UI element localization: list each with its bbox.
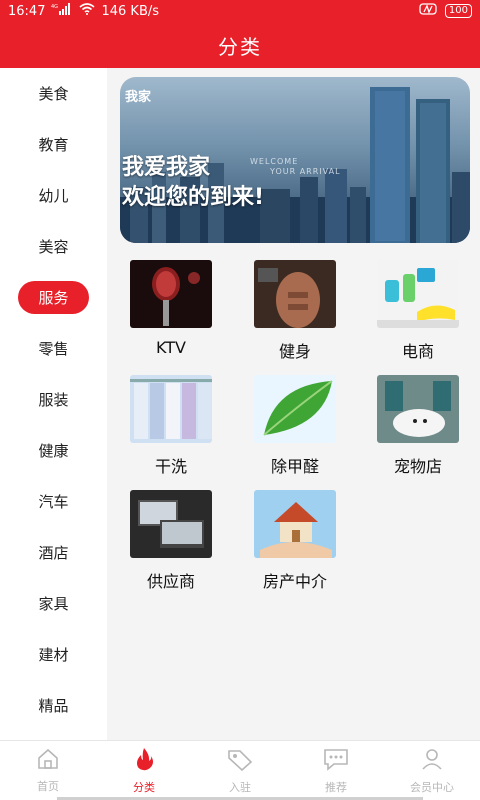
category-label: 电商	[401, 342, 434, 361]
sidebar-item-label: 美容	[38, 238, 69, 256]
sidebar-item-kids[interactable]: 幼儿	[0, 170, 107, 221]
wifi-icon	[79, 3, 95, 19]
nfc-icon	[419, 3, 437, 19]
battery-indicator: 100	[444, 4, 472, 18]
category-item-fitness[interactable]: 健身	[233, 260, 357, 370]
sidebar-item-label: 服务	[18, 281, 89, 314]
category-item-formaldehyde-removal[interactable]: 除甲醛	[233, 375, 357, 485]
microphone-image	[130, 260, 212, 328]
status-bar: 16:47 4G 146 KB/s 100	[0, 0, 480, 22]
sidebar-item-beauty[interactable]: 美容	[0, 221, 107, 272]
banner-subheadline: 欢迎您的到来!	[122, 185, 265, 210]
category-item-pet-shop[interactable]: 宠物店	[356, 375, 480, 485]
category-label: KTV	[156, 338, 186, 357]
banner-arrival-text: YOUR ARRIVAL	[270, 167, 341, 176]
fitness-image	[254, 260, 336, 328]
house-in-hands-image	[254, 490, 336, 558]
sidebar-item-label: 教育	[38, 136, 69, 154]
status-time: 16:47	[8, 3, 46, 19]
category-label: 健身	[278, 342, 311, 361]
pet-grooming-image	[377, 375, 459, 443]
tab-member-center[interactable]: 会员中心	[384, 741, 480, 800]
category-label: 干洗	[154, 457, 187, 476]
sidebar-item-retail[interactable]: 零售	[0, 323, 107, 374]
svg-text:4G: 4G	[51, 4, 58, 10]
sidebar-item-label: 建材	[38, 646, 69, 664]
category-label: 供应商	[146, 572, 195, 591]
tab-label: 推荐	[325, 780, 347, 794]
category-item-ktv[interactable]: KTV	[109, 260, 233, 370]
shirts-image	[130, 375, 212, 443]
category-content: 我家 WELCOME YOUR ARRIVAL 我爱我家 欢迎您的到来! KTV	[107, 68, 480, 740]
sidebar-item-label: 健康	[38, 442, 69, 460]
sidebar-item-health[interactable]: 健康	[0, 425, 107, 476]
banner-headline: 我爱我家	[122, 155, 211, 180]
category-label: 除甲醛	[270, 457, 319, 476]
chat-icon	[322, 747, 350, 775]
cleaning-image	[377, 260, 459, 328]
sidebar-item-auto[interactable]: 汽车	[0, 476, 107, 527]
sidebar-item-label: 美食	[38, 85, 69, 103]
flame-icon	[132, 747, 156, 775]
page-title: 分类	[218, 34, 262, 59]
sidebar-item-label: 酒店	[38, 544, 69, 562]
tab-category[interactable]: 分类	[96, 741, 192, 800]
category-label: 宠物店	[393, 457, 442, 476]
sidebar-item-clothing[interactable]: 服装	[0, 374, 107, 425]
laptops-image	[130, 490, 212, 558]
sidebar-item-label: 精品	[38, 697, 69, 715]
category-item-real-estate-agency[interactable]: 房产中介	[233, 490, 357, 600]
user-icon	[420, 747, 444, 775]
banner-brand: 我家	[125, 90, 152, 105]
category-item-ecommerce[interactable]: 电商	[356, 260, 480, 370]
tab-label: 分类	[133, 780, 155, 794]
sidebar-item-building-materials[interactable]: 建材	[0, 629, 107, 680]
page-header: 分类	[0, 22, 480, 68]
tag-icon	[226, 747, 254, 775]
promo-banner[interactable]: 我家 WELCOME YOUR ARRIVAL 我爱我家 欢迎您的到来!	[120, 77, 470, 243]
tab-recommend[interactable]: 推荐	[288, 741, 384, 800]
sidebar-item-education[interactable]: 教育	[0, 119, 107, 170]
home-icon	[36, 748, 60, 774]
category-sidebar: 美食 教育 幼儿 美容 服务 零售 服装 健康 汽车 酒店 家具 建材 精品	[0, 68, 107, 740]
sidebar-item-label: 汽车	[38, 493, 69, 511]
sidebar-item-services[interactable]: 服务	[0, 272, 107, 323]
tab-label: 会员中心	[410, 780, 454, 794]
bottom-tab-bar: 首页 分类 入驻 推荐 会员中心	[0, 740, 480, 800]
signal-icon: 4G	[51, 3, 73, 19]
sidebar-item-food[interactable]: 美食	[0, 68, 107, 119]
sidebar-item-label: 零售	[38, 340, 69, 358]
category-item-supplier[interactable]: 供应商	[109, 490, 233, 600]
tab-join[interactable]: 入驻	[192, 741, 288, 800]
sidebar-item-label: 幼儿	[38, 187, 69, 205]
network-speed: 146 KB/s	[101, 3, 160, 19]
tab-label: 首页	[37, 779, 59, 793]
category-label: 房产中介	[262, 572, 327, 591]
leaf-image	[254, 375, 336, 443]
sidebar-item-furniture[interactable]: 家具	[0, 578, 107, 629]
sidebar-item-label: 服装	[38, 391, 69, 409]
sidebar-item-label: 家具	[38, 595, 69, 613]
tab-home[interactable]: 首页	[0, 741, 96, 800]
sidebar-item-boutique[interactable]: 精品	[0, 680, 107, 731]
sidebar-item-hotel[interactable]: 酒店	[0, 527, 107, 578]
category-item-dry-cleaning[interactable]: 干洗	[109, 375, 233, 485]
banner-welcome-text: WELCOME	[250, 157, 299, 166]
tab-label: 入驻	[229, 780, 251, 794]
